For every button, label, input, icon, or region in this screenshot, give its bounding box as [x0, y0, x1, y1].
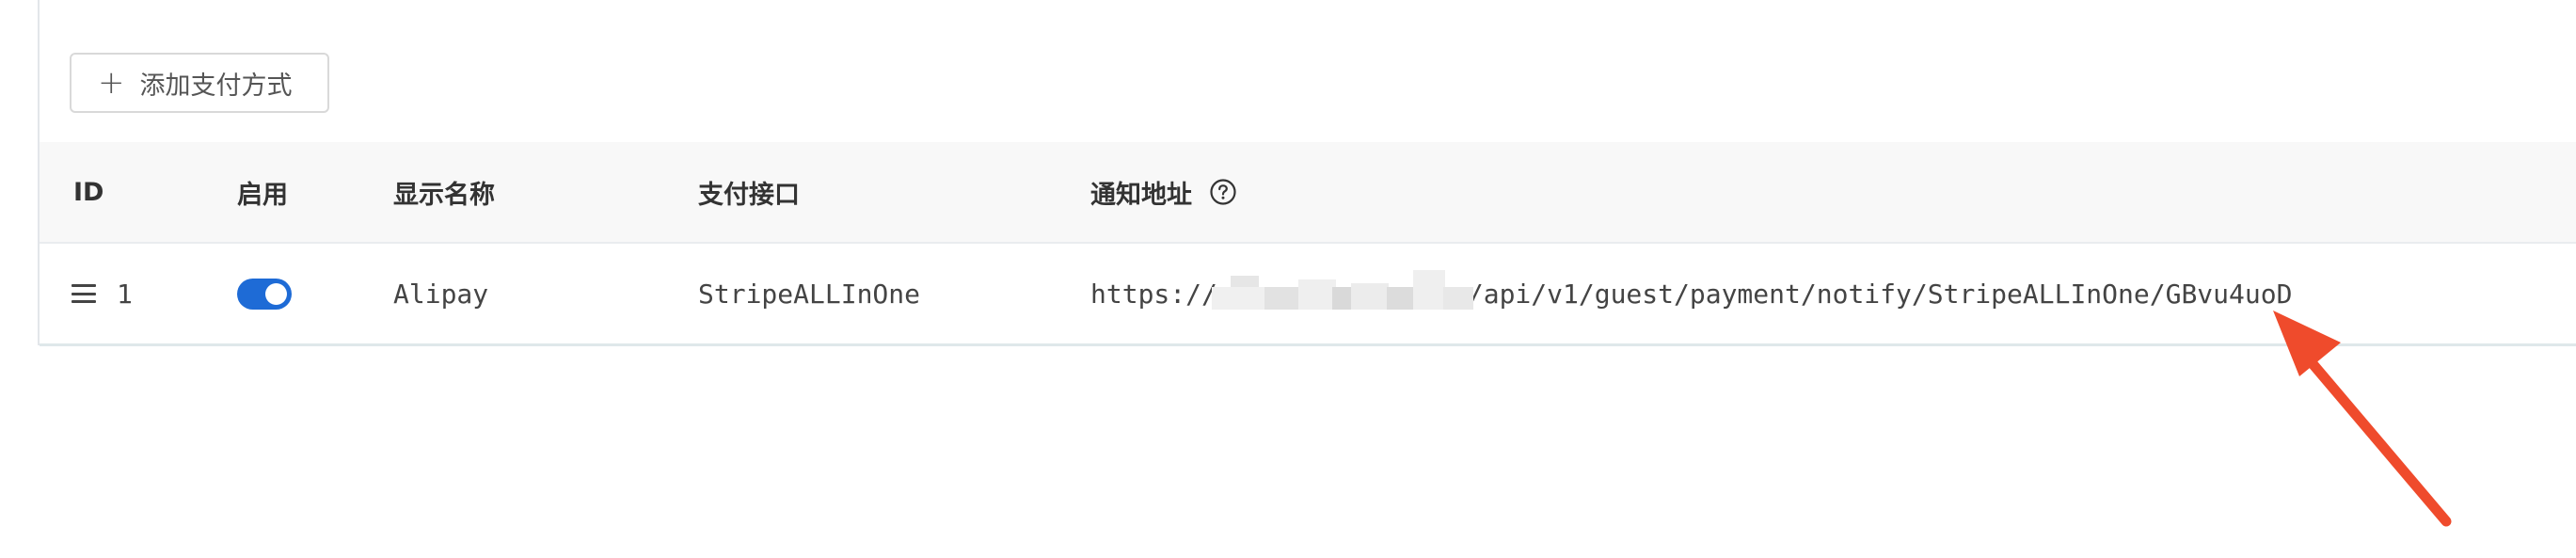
column-header-id: ID	[73, 177, 104, 207]
id-cell: 1	[72, 244, 133, 343]
table-row: 1 Alipay StripeALLInOne https:// /api/v1…	[40, 244, 2576, 346]
column-header-display-name: 显示名称	[393, 180, 495, 210]
notify-url-suffix: /api/v1/guest/payment/notify/StripeALLIn…	[1467, 278, 2293, 310]
redacted-domain	[1211, 264, 1473, 323]
row-id: 1	[117, 278, 133, 310]
add-payment-method-button[interactable]: + 添加支付方式	[70, 53, 329, 113]
plus-icon: +	[98, 64, 125, 102]
column-header-notify-url: 通知地址	[1090, 142, 1237, 242]
interface-cell: StripeALLInOne	[698, 278, 921, 310]
column-header-notify-url-label: 通知地址	[1090, 180, 1192, 210]
column-header-interface: 支付接口	[698, 180, 800, 210]
enabled-cell	[237, 244, 292, 343]
table-header: ID 启用 显示名称 支付接口 通知地址	[40, 142, 2576, 244]
display-name-cell: Alipay	[393, 278, 489, 310]
question-circle-icon[interactable]	[1209, 178, 1237, 206]
annotation-arrow-icon	[2273, 311, 2452, 527]
column-header-enabled: 启用	[237, 180, 288, 210]
drag-handle-icon[interactable]	[72, 284, 96, 303]
notify-url-prefix: https://	[1090, 278, 1217, 310]
enabled-toggle[interactable]	[237, 278, 292, 310]
toggle-knob	[265, 282, 287, 305]
notify-url-cell: https:// /api/v1/guest/payment/notify/St…	[1090, 244, 2292, 343]
add-payment-method-label: 添加支付方式	[139, 71, 293, 101]
